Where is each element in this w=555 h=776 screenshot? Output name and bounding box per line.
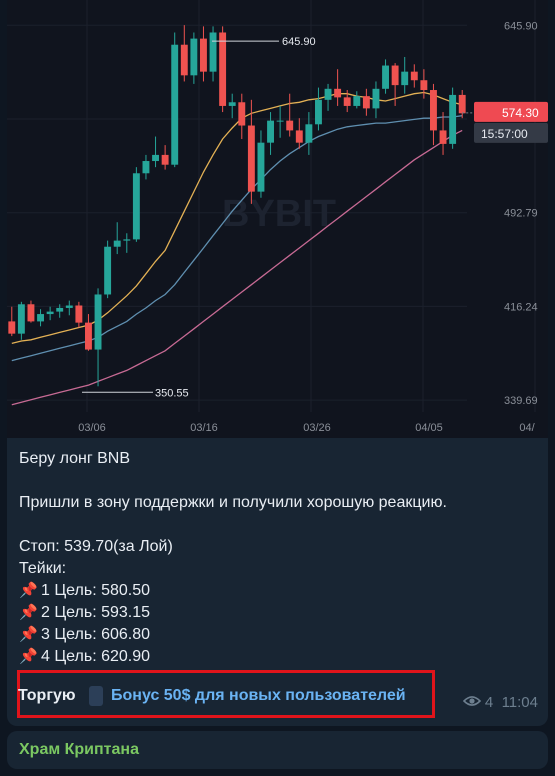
target-2-label: 2 Цель: 593.15 <box>41 604 151 621</box>
post-line-1: Беру лонг BNB <box>19 450 130 467</box>
candle-body <box>8 321 16 334</box>
stop-line: Стоп: 539.70(за Лой) <box>19 538 173 555</box>
target-1-label: 1 Цель: 580.50 <box>41 582 151 599</box>
candle-body <box>171 44 179 165</box>
price-chart[interactable]: BYBIT 645.90 350.55 645.90 492.79 416.24 339.6… <box>7 0 548 438</box>
target-1: 📌 1 Цель: 580.50 <box>19 580 150 602</box>
candle-body <box>46 311 54 315</box>
candle-body <box>56 307 64 312</box>
pushpin-icon: 📌 <box>19 582 38 599</box>
pushpin-icon: 📌 <box>19 648 38 665</box>
post-line-2: Пришли в зону поддержки и получили хорош… <box>19 494 447 511</box>
candle-body <box>219 32 227 106</box>
candle-body <box>228 102 236 106</box>
y-tick-label: 339.69 <box>504 395 538 407</box>
candle-body <box>382 65 389 89</box>
target-4: 📌 4 Цель: 620.90 <box>19 646 150 668</box>
bonus-link[interactable]: Бонус 50$ для новых пользователей <box>111 687 406 705</box>
y-tick-label: 645.90 <box>504 20 538 32</box>
x-tick-label: 03/16 <box>190 422 218 434</box>
target-4-label: 4 Цель: 620.90 <box>41 648 151 665</box>
x-tick-label: 03/26 <box>303 422 331 434</box>
candle-body <box>85 322 92 350</box>
candle-body <box>65 305 73 308</box>
y-tick-label: 492.79 <box>504 208 538 220</box>
low-annotation: 350.55 <box>155 387 189 399</box>
message-time: 11:04 <box>501 694 538 711</box>
candle-body <box>305 124 313 143</box>
pushpin-icon: 📌 <box>19 626 38 643</box>
promo-label: Торгую <box>18 687 76 704</box>
exchange-watermark: BYBIT <box>222 193 336 235</box>
candle-body <box>200 38 207 72</box>
candle-body <box>132 173 140 240</box>
candle-body <box>142 161 150 174</box>
candle-body <box>315 99 322 125</box>
pushpin-icon: 📌 <box>19 604 38 621</box>
candle-body <box>334 88 342 98</box>
message-meta: 4 11:04 <box>462 694 538 711</box>
candle-body <box>238 102 246 126</box>
y-tick-label: 416.24 <box>504 301 538 313</box>
targets-title: Тейки: <box>19 560 67 577</box>
views-count: 4 <box>484 694 494 711</box>
last-price-label: 574.30 <box>502 106 539 120</box>
candle-body <box>295 130 303 143</box>
candle-body <box>353 96 361 106</box>
x-tick-label: 04/ <box>519 422 535 434</box>
candle-body <box>362 96 370 109</box>
candle-body <box>391 65 399 86</box>
candle-body <box>104 246 112 295</box>
candle-body <box>209 32 217 72</box>
candle-body <box>17 304 25 334</box>
candle-body <box>286 120 294 131</box>
candle-body <box>257 142 265 192</box>
high-annotation: 645.90 <box>282 36 316 48</box>
candle-body <box>458 94 466 114</box>
candle-body <box>439 130 447 144</box>
candle-body <box>75 305 83 323</box>
candle-body <box>94 294 102 350</box>
candle-body <box>37 314 44 322</box>
candle-body <box>113 240 121 247</box>
candle-body <box>420 80 428 91</box>
candle-body <box>276 120 284 122</box>
channel-bar[interactable]: Храм Криптана <box>7 731 548 769</box>
candle-body <box>410 71 418 81</box>
x-tick-label: 03/06 <box>78 422 106 434</box>
candle-body <box>161 154 169 165</box>
candle-body <box>324 88 332 100</box>
moving-average-line <box>11 129 463 406</box>
candle-body <box>247 125 255 192</box>
candle-body <box>180 44 188 76</box>
exchange-app-icon <box>89 686 103 706</box>
target-3-label: 3 Цель: 606.80 <box>41 626 151 643</box>
candle-body <box>152 154 159 162</box>
channel-name[interactable]: Храм Криптана <box>19 741 139 759</box>
target-2: 📌 2 Цель: 593.15 <box>19 602 150 624</box>
candle-body <box>190 38 198 76</box>
candle-body <box>401 71 409 86</box>
candle-body <box>123 239 131 241</box>
candle-body <box>372 88 380 109</box>
chart-svg: BYBIT 645.90 350.55 645.90 492.79 416.24 339.6… <box>7 0 548 434</box>
message-card: BYBIT 645.90 350.55 645.90 492.79 416.24 339.6… <box>7 0 548 726</box>
candle-body <box>343 97 351 106</box>
eye-icon <box>462 694 482 711</box>
candle-body <box>267 120 274 143</box>
countdown-label: 15:57:00 <box>481 127 528 141</box>
candle-body <box>449 94 457 144</box>
target-3: 📌 3 Цель: 606.80 <box>19 624 150 646</box>
candle-body <box>27 304 35 322</box>
x-tick-label: 04/05 <box>415 422 443 434</box>
candle-body <box>430 90 437 131</box>
